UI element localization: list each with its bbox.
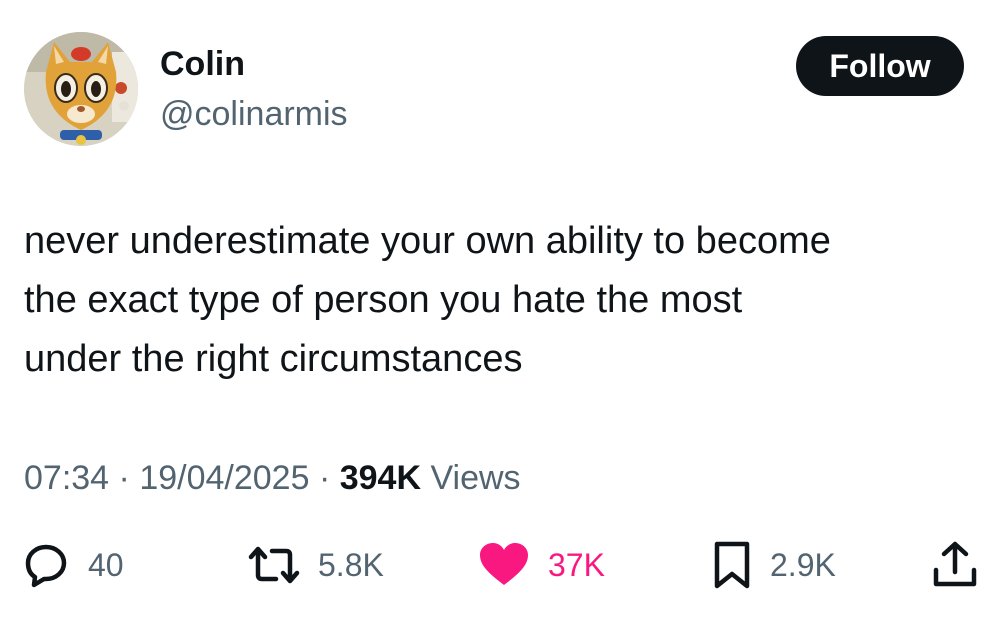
repost-count: 5.8K — [318, 546, 384, 583]
meta-separator: · — [118, 459, 130, 497]
share-button[interactable] — [932, 535, 978, 595]
reply-count: 40 — [88, 546, 124, 583]
tweet-text-line: under the right circumstances — [24, 338, 523, 380]
repost-button[interactable]: 5.8K — [248, 535, 384, 595]
views-label[interactable]: Views — [430, 459, 520, 497]
like-count: 37K — [548, 546, 605, 583]
like-button[interactable]: 37K — [478, 535, 605, 595]
follow-button[interactable]: Follow — [796, 36, 964, 96]
reply-button[interactable]: 40 — [22, 535, 124, 595]
repost-icon — [248, 546, 300, 584]
views-count[interactable]: 394K — [340, 459, 421, 497]
orange-cat-avatar-icon — [24, 32, 138, 146]
reply-icon — [25, 544, 67, 588]
tweet-meta: 07:34 · 19/04/2025 · 394K Views — [24, 456, 521, 500]
tweet-date[interactable]: 19/04/2025 — [139, 459, 309, 497]
author-handle[interactable]: @colinarmis — [160, 94, 348, 134]
share-icon — [933, 541, 977, 587]
tweet-text-line: never underestimate your own ability to … — [24, 220, 831, 262]
meta-separator: · — [318, 459, 331, 497]
avatar[interactable] — [24, 32, 138, 146]
tweet-time[interactable]: 07:34 — [24, 459, 109, 497]
action-bar: 40 5.8K 37K 2.9K — [0, 535, 1000, 595]
author-display-name[interactable]: Colin — [160, 44, 245, 84]
bookmark-count: 2.9K — [770, 546, 836, 583]
tweet-text: never underestimate your own ability to … — [24, 212, 984, 389]
heart-filled-icon — [480, 543, 528, 585]
tweet-text-line: the exact type of person you hate the mo… — [24, 279, 743, 321]
bookmark-button[interactable]: 2.9K — [712, 535, 836, 595]
bookmark-icon — [714, 541, 750, 589]
